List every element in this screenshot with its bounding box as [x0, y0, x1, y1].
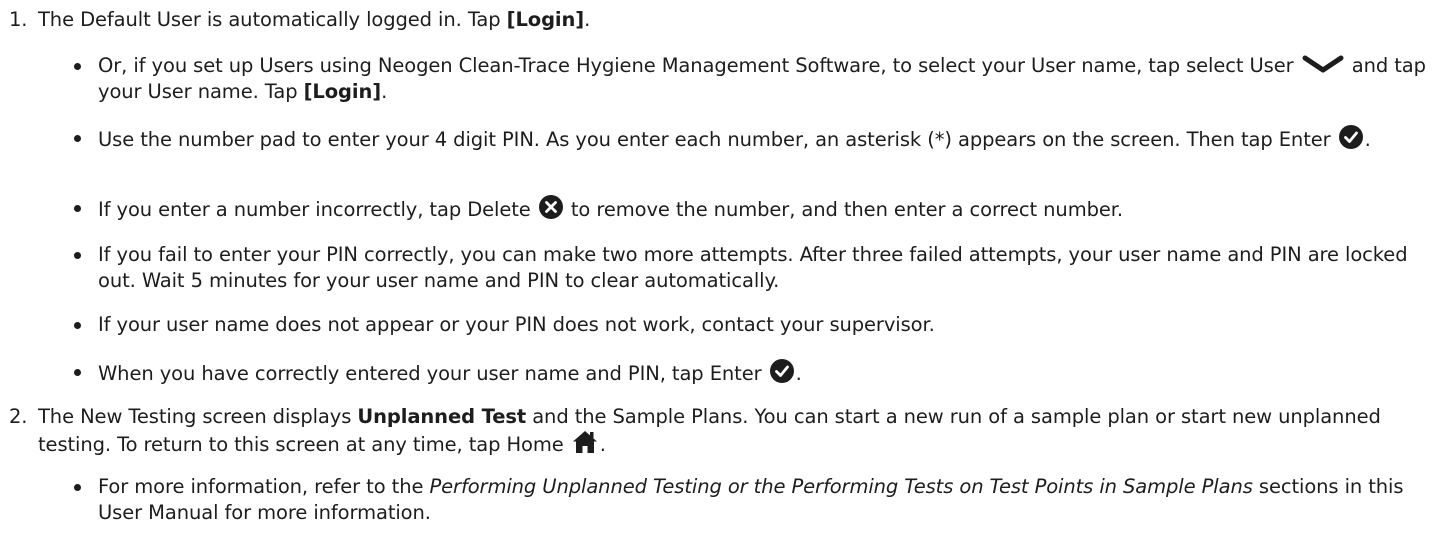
step-text-part: The Default User is automatically logged…	[38, 8, 507, 31]
bullet-text-part: If you enter a number incorrectly, tap D…	[98, 198, 537, 221]
bullet-text-part: .	[381, 80, 388, 103]
bullet-item: When you have correctly entered your use…	[62, 359, 1430, 387]
step-text-part: .	[584, 8, 591, 31]
bullet-item: For more information, refer to the Perfo…	[62, 474, 1430, 526]
bullet-dot	[74, 205, 81, 212]
step-2: 2. The New Testing screen displays Unpla…	[0, 404, 1440, 458]
bullet-text: Or, if you set up Users using Neogen Cle…	[98, 53, 1430, 105]
step-number: 2.	[9, 405, 28, 428]
bullet-dot	[74, 484, 81, 491]
x-circle-icon	[538, 195, 563, 219]
unplanned-test-label: Unplanned Test	[357, 405, 527, 428]
login-label: [Login]	[506, 8, 585, 31]
bullet-text: When you have correctly entered your use…	[98, 359, 1430, 387]
bullet-text: For more information, refer to the Perfo…	[98, 474, 1430, 526]
step-text-part: The New Testing screen displays	[38, 405, 358, 428]
bullet-item: Or, if you set up Users using Neogen Cle…	[62, 53, 1430, 105]
step-number: 1.	[9, 8, 28, 31]
step-text-part: .	[599, 433, 606, 456]
step-1: 1. The Default User is automatically log…	[0, 7, 1440, 33]
bullet-dot	[74, 63, 81, 70]
bullet-text-part: Use the number pad to enter your 4 digit…	[98, 128, 1337, 151]
section-reference: Performing Unplanned Testing or the Perf…	[429, 475, 1253, 498]
bullet-text-part: .	[795, 362, 802, 385]
bullet-text-part: to remove the number, and then enter a c…	[564, 198, 1123, 221]
bullet-dot	[74, 369, 81, 376]
bullet-dot	[74, 135, 81, 142]
login-label: [Login]	[303, 80, 382, 103]
home-icon	[572, 430, 598, 454]
chevron-down-icon	[1302, 53, 1344, 75]
bullet-text: If you enter a number incorrectly, tap D…	[98, 195, 1430, 223]
bullet-text-part: For more information, refer to the	[98, 475, 430, 498]
bullet-text-part: Or, if you set up Users using Neogen Cle…	[98, 54, 1300, 77]
bullet-text: If you fail to enter your PIN correctly,…	[98, 243, 1408, 292]
bullet-item: If your user name does not appear or you…	[62, 312, 1430, 338]
bullet-item: If you enter a number incorrectly, tap D…	[62, 195, 1430, 223]
manual-page: 1. The Default User is automatically log…	[0, 0, 1450, 554]
step-text: The Default User is automatically logged…	[38, 7, 1440, 33]
bullet-text: Use the number pad to enter your 4 digit…	[98, 125, 1430, 153]
bullet-text-part: When you have correctly entered your use…	[98, 362, 768, 385]
check-circle-icon	[769, 359, 794, 383]
bullet-item: Use the number pad to enter your 4 digit…	[62, 125, 1430, 153]
bullet-dot	[74, 252, 81, 259]
check-circle-icon	[1338, 125, 1363, 149]
bullet-dot	[74, 322, 81, 329]
bullet-item: If you fail to enter your PIN correctly,…	[62, 242, 1430, 294]
bullet-text-part: .	[1364, 128, 1371, 151]
bullet-text: If your user name does not appear or you…	[98, 313, 935, 336]
step-text: The New Testing screen displays Unplanne…	[38, 404, 1440, 458]
